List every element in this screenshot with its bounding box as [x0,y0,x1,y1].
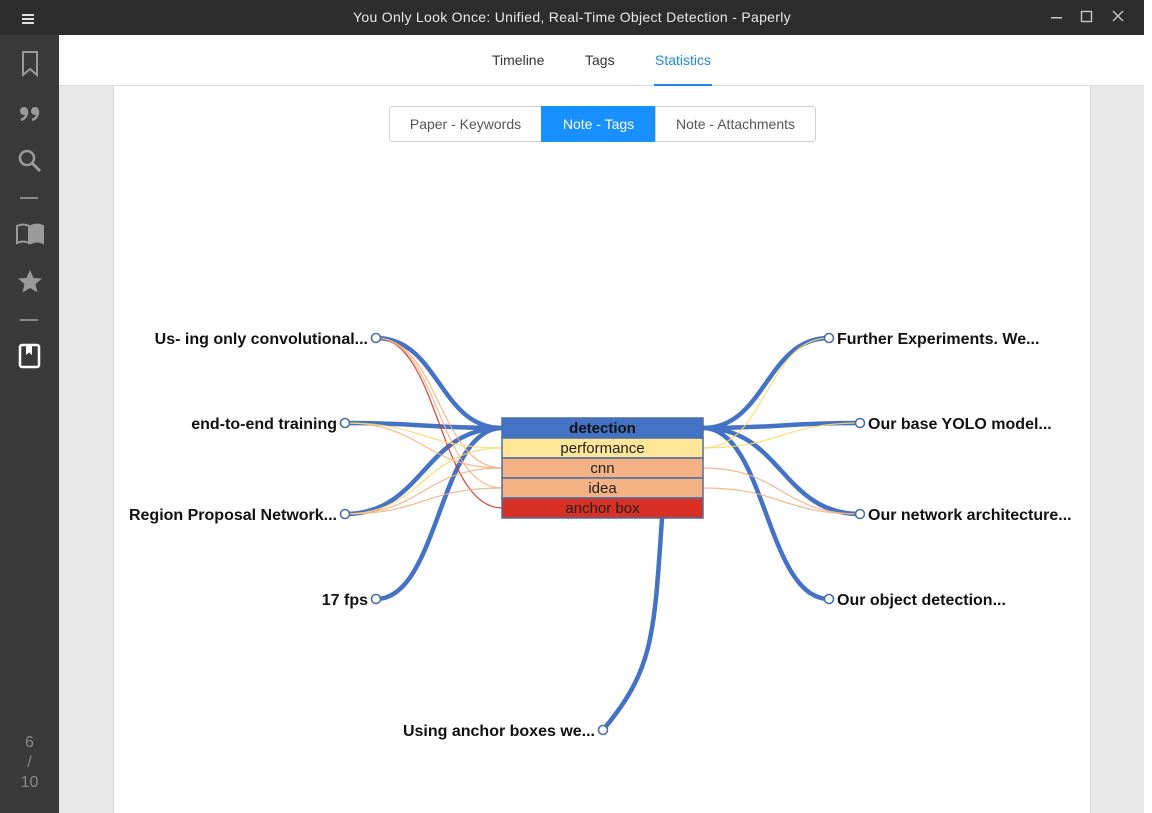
note-label-3[interactable]: 17 fps [322,592,368,609]
note-node-0[interactable] [370,332,382,344]
note-label-6[interactable]: Our base YOLO model... [868,416,1052,433]
tag-label-3: idea [588,480,617,497]
link-10 [375,337,503,469]
link-11 [375,337,503,489]
note-label-8[interactable]: Our object detection... [837,592,1006,609]
tag-graph-chart: detection performance cnn idea anchor box Us-… [129,331,1072,740]
note-label-1[interactable]: end-to-end training [191,416,337,433]
note-node-6[interactable] [854,417,866,429]
tag-label-1: performance [560,440,644,457]
note-node-7[interactable] [854,508,866,520]
note-node-2[interactable] [339,508,351,520]
link-14 [344,467,503,515]
link-4 [700,335,832,431]
note-node-1[interactable] [339,417,351,429]
note-node-3[interactable] [370,593,382,605]
note-node-8[interactable] [823,593,835,605]
tag-label-2: cnn [590,460,614,477]
note-label-7[interactable]: Our network architecture... [868,507,1072,524]
note-node-4[interactable] [597,724,609,736]
note-label-0[interactable]: Us- ing only convolutional... [155,331,368,348]
tag-label-4: anchor box [565,500,640,517]
tag-label-0: detection [569,420,636,437]
note-label-5[interactable]: Further Experiments. We... [837,331,1039,348]
link-19 [702,467,861,515]
note-label-4[interactable]: Using anchor boxes we... [403,723,595,740]
links-layer [342,335,863,733]
note-label-2[interactable]: Region Proposal Network... [129,507,337,524]
link-8 [600,515,665,733]
link-16 [344,447,503,515]
note-node-5[interactable] [823,332,835,344]
